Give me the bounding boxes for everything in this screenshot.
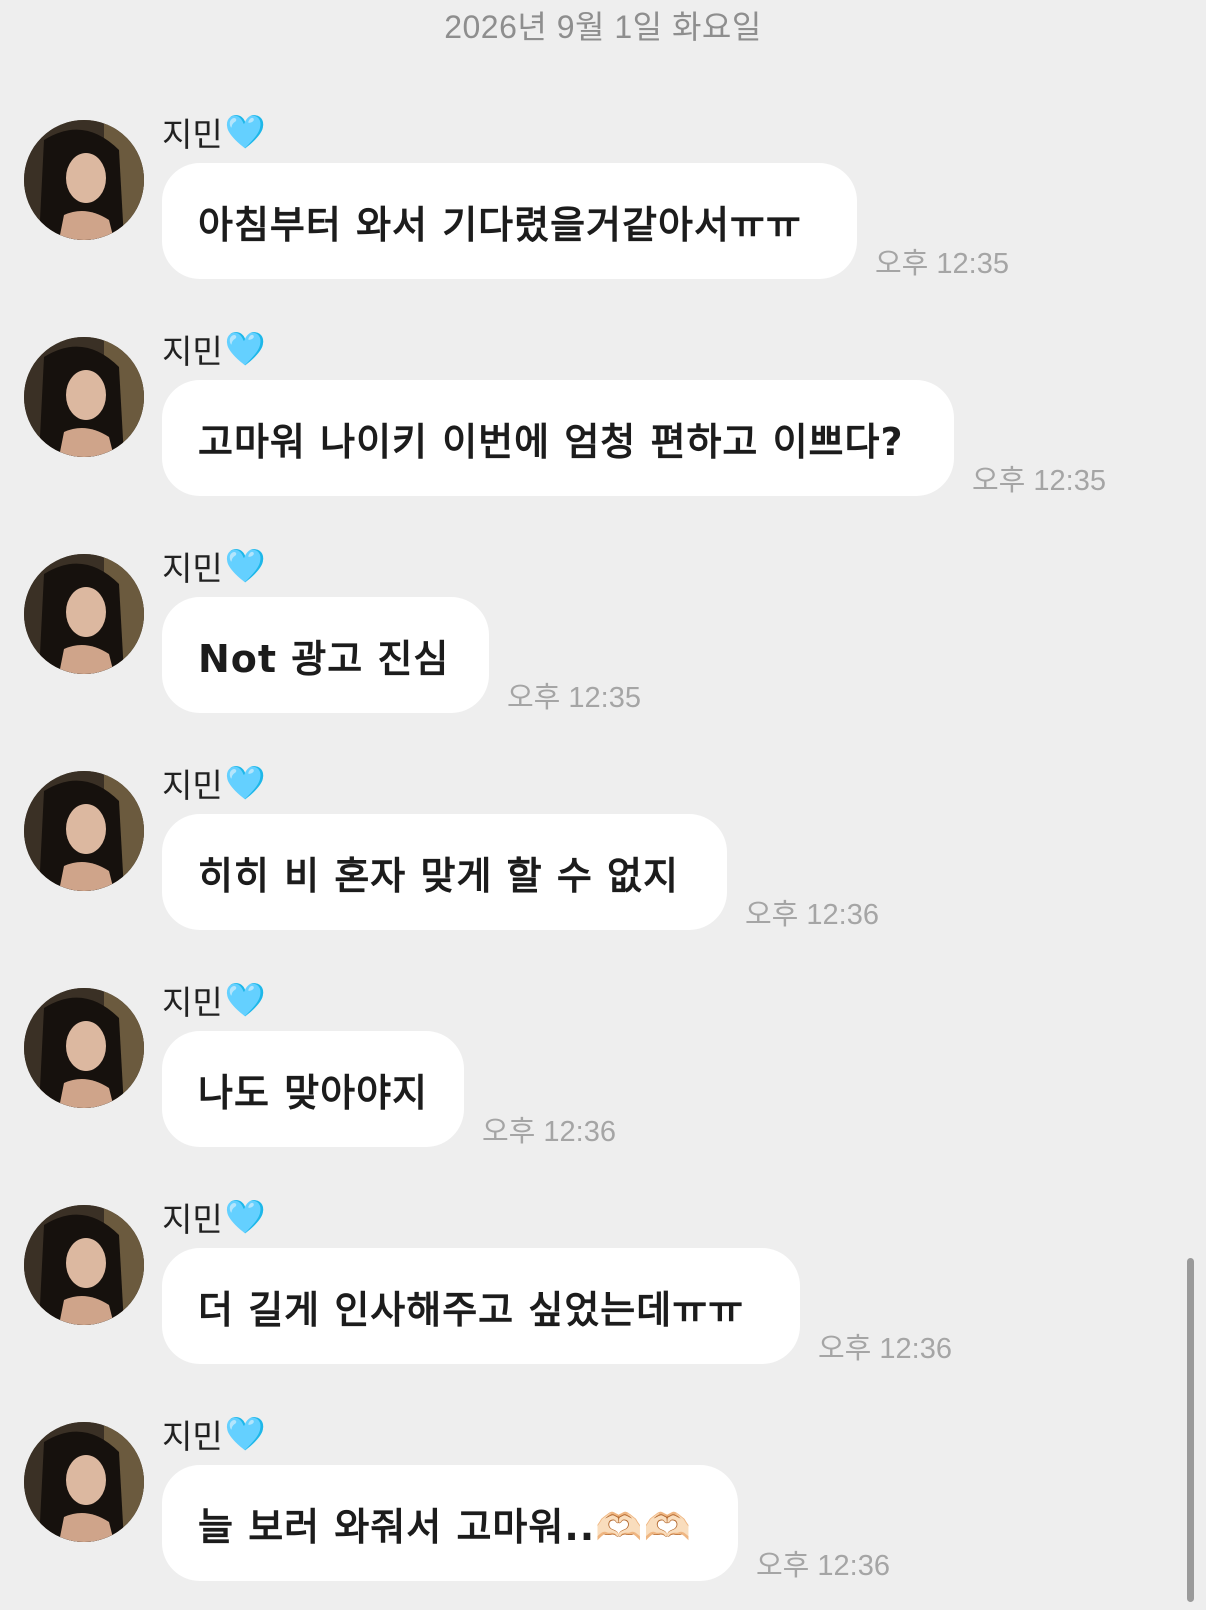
- message-text: 늘 보러 와줘서 고마워..🫶🏻🫶🏻: [198, 1504, 692, 1549]
- sender-name: 지민 🩵: [162, 1414, 266, 1456]
- avatar[interactable]: [24, 988, 144, 1108]
- message-text: 아침부터 와서 기다렸을거같아서ㅠㅠ: [198, 202, 802, 247]
- date-header: 2026년 9월 1일 화요일: [444, 9, 762, 45]
- avatar[interactable]: [24, 554, 144, 674]
- avatar-image: [24, 988, 144, 1108]
- avatar[interactable]: [24, 1205, 144, 1325]
- avatar[interactable]: [24, 771, 144, 891]
- light-blue-heart-icon: 🩵: [224, 763, 266, 802]
- sender-name: 지민 🩵: [162, 980, 266, 1022]
- message-bubble[interactable]: 히히 비 혼자 맞게 할 수 없지: [162, 814, 727, 930]
- message-text: 나도 맞아야지: [198, 1070, 428, 1115]
- light-blue-heart-icon: 🩵: [224, 546, 266, 585]
- scrollbar[interactable]: [1187, 1258, 1194, 1602]
- message-bubble[interactable]: 아침부터 와서 기다렸을거같아서ㅠㅠ: [162, 163, 857, 279]
- message-row: 지민 🩵 Not 광고 진심 오후 12:35: [0, 542, 1206, 742]
- message-bubble[interactable]: Not 광고 진심: [162, 597, 489, 713]
- message-bubble[interactable]: 더 길게 인사해주고 싶었는데ㅠㅠ: [162, 1248, 800, 1364]
- message-row: 지민 🩵 아침부터 와서 기다렸을거같아서ㅠㅠ 오후 12:35: [0, 108, 1206, 308]
- light-blue-heart-icon: 🩵: [224, 980, 266, 1019]
- message-bubble[interactable]: 고마워 나이키 이번에 엄청 편하고 이쁘다?: [162, 380, 954, 496]
- avatar[interactable]: [24, 337, 144, 457]
- message-bubble[interactable]: 늘 보러 와줘서 고마워..🫶🏻🫶🏻: [162, 1465, 738, 1581]
- avatar-image: [24, 771, 144, 891]
- message-row: 지민 🩵 고마워 나이키 이번에 엄청 편하고 이쁘다? 오후 12:35: [0, 325, 1206, 525]
- light-blue-heart-icon: 🩵: [224, 329, 266, 368]
- message-time: 오후 12:35: [507, 682, 641, 714]
- message-time: 오후 12:36: [818, 1333, 952, 1365]
- avatar-image: [24, 337, 144, 457]
- sender-name: 지민 🩵: [162, 546, 266, 588]
- message-row: 지민 🩵 나도 맞아야지 오후 12:36: [0, 976, 1206, 1176]
- sender-name: 지민 🩵: [162, 329, 266, 371]
- message-time: 오후 12:36: [745, 899, 879, 931]
- sender-name: 지민 🩵: [162, 112, 266, 154]
- avatar-image: [24, 1205, 144, 1325]
- message-text: 고마워 나이키 이번에 엄청 편하고 이쁘다?: [198, 419, 904, 464]
- message-text: 더 길게 인사해주고 싶었는데ㅠㅠ: [198, 1287, 745, 1332]
- message-bubble[interactable]: 나도 맞아야지: [162, 1031, 464, 1147]
- message-time: 오후 12:35: [875, 248, 1009, 280]
- avatar[interactable]: [24, 120, 144, 240]
- message-time: 오후 12:36: [756, 1550, 890, 1582]
- light-blue-heart-icon: 🩵: [224, 1197, 266, 1236]
- sender-name: 지민 🩵: [162, 1197, 266, 1239]
- light-blue-heart-icon: 🩵: [224, 112, 266, 151]
- avatar-image: [24, 554, 144, 674]
- message-row: 지민 🩵 히히 비 혼자 맞게 할 수 없지 오후 12:36: [0, 759, 1206, 959]
- sender-name: 지민 🩵: [162, 763, 266, 805]
- message-time: 오후 12:35: [972, 465, 1106, 497]
- message-text: 히히 비 혼자 맞게 할 수 없지: [198, 853, 679, 898]
- message-row: 지민 🩵 더 길게 인사해주고 싶었는데ㅠㅠ 오후 12:36: [0, 1193, 1206, 1393]
- message-time: 오후 12:36: [482, 1116, 616, 1148]
- light-blue-heart-icon: 🩵: [224, 1414, 266, 1453]
- avatar-image: [24, 120, 144, 240]
- message-row: 지민 🩵 늘 보러 와줘서 고마워..🫶🏻🫶🏻 오후 12:36: [0, 1410, 1206, 1610]
- avatar[interactable]: [24, 1422, 144, 1542]
- message-text: Not 광고 진심: [198, 636, 450, 681]
- avatar-image: [24, 1422, 144, 1542]
